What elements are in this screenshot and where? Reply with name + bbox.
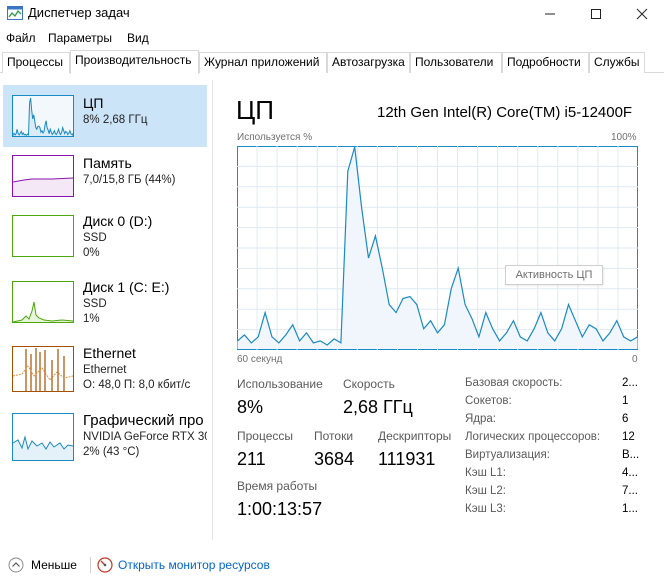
cpu-model-name: 12th Gen Intel(R) Core(TM) i5-12400F [377, 104, 633, 121]
task-manager-icon [7, 6, 23, 20]
maximize-icon [591, 9, 601, 19]
tab-performance[interactable]: Производительность [70, 50, 199, 74]
chevron-up-icon [8, 557, 24, 573]
minimize-button[interactable] [527, 0, 573, 28]
resource-detail: SSD [83, 298, 107, 310]
resource-detail: 0% [83, 247, 100, 259]
resource-item-disk-0[interactable]: Диск 0 (D:) SSD 0% [3, 210, 207, 272]
disk-1-thumbnail [12, 281, 74, 323]
menu-file[interactable]: Файл [6, 31, 36, 45]
footer-separator [90, 557, 91, 573]
graph-time-label: 60 секунд [237, 354, 283, 365]
speed-label: Скорость [343, 377, 395, 391]
resource-item-cpu[interactable]: ЦП 8% 2,68 ГГц [3, 85, 207, 147]
maximize-button[interactable] [573, 0, 619, 28]
minimize-icon [545, 13, 555, 15]
resource-name: Диск 1 (C: E:) [83, 279, 170, 295]
tab-startup[interactable]: Автозагрузка [327, 52, 410, 73]
spec-label: Ядра: [465, 413, 497, 425]
spec-label: Кэш L1: [465, 467, 506, 479]
tab-bar: Процессы Производительность Журнал прило… [0, 50, 664, 74]
resource-item-disk-1[interactable]: Диск 1 (C: E:) SSD 1% [3, 276, 207, 338]
panel-divider [212, 80, 213, 540]
spec-label: Кэш L3: [465, 503, 506, 515]
resource-name: Диск 0 (D:) [83, 213, 153, 229]
uptime-value: 1:00:13:57 [237, 499, 323, 519]
close-button[interactable] [619, 0, 664, 28]
spec-value: 6 [622, 413, 629, 425]
close-icon [636, 8, 648, 20]
resource-detail: О: 48,0 П: 8,0 кбит/с [83, 379, 191, 391]
usage-value: 8% [237, 397, 264, 417]
resource-detail: 7,0/15,8 ГБ (44%) [83, 174, 176, 186]
spec-value: 12 [622, 431, 635, 443]
spec-value: 1... [622, 503, 638, 515]
resource-detail: SSD [83, 232, 107, 244]
spec-value: 7... [622, 485, 638, 497]
spec-value: В... [622, 449, 640, 461]
resource-detail: 1% [83, 313, 100, 325]
resource-item-ethernet[interactable]: Ethernet Ethernet О: 48,0 П: 8,0 кбит/с [3, 342, 207, 404]
handles-label: Дескрипторы [378, 429, 452, 443]
tab-app-history[interactable]: Журнал приложений [199, 52, 327, 73]
speed-value: 2,68 ГГц [343, 397, 413, 417]
graph-tooltip: Активность ЦП [505, 265, 603, 285]
footer: Меньше Открыть монитор ресурсов [0, 552, 664, 578]
open-resource-monitor-link[interactable]: Открыть монитор ресурсов [97, 556, 277, 574]
uptime-label: Время работы [237, 479, 318, 493]
tab-processes[interactable]: Процессы [2, 52, 70, 73]
gpu-thumbnail [12, 413, 74, 461]
graph-time-end: 0 [632, 354, 638, 365]
usage-label: Использование [237, 377, 323, 391]
menu-view[interactable]: Вид [127, 31, 149, 45]
spec-value: 1 [622, 395, 629, 407]
resource-detail: NVIDIA GeForce RTX 305 [83, 431, 207, 443]
resource-name: Ethernet [83, 345, 136, 361]
processes-value: 211 [237, 449, 266, 469]
threads-label: Потоки [314, 429, 354, 443]
spec-label: Кэш L2: [465, 485, 506, 497]
resource-detail: 2% (43 °C) [83, 446, 140, 458]
disk-0-thumbnail [12, 215, 74, 257]
resource-item-gpu[interactable]: Графический про NVIDIA GeForce RTX 305 2… [3, 408, 207, 470]
resource-name: ЦП [83, 95, 104, 111]
window-title: Диспетчер задач [28, 5, 130, 20]
spec-value: 4... [622, 467, 638, 479]
spec-label: Логических процессоров: [465, 431, 601, 443]
memory-thumbnail [12, 155, 74, 197]
resource-detail: Ethernet [83, 364, 127, 376]
resource-name: Графический про [83, 412, 204, 429]
tab-details[interactable]: Подробности [502, 52, 589, 73]
spec-label: Виртуализация: [465, 449, 550, 461]
resource-name: Память [83, 155, 132, 171]
resource-detail: 8% 2,68 ГГц [83, 114, 148, 126]
resource-monitor-icon [97, 557, 113, 573]
tab-services[interactable]: Службы [589, 52, 645, 73]
graph-label-left: Используется % [237, 132, 313, 143]
resource-monitor-label: Открыть монитор ресурсов [118, 558, 270, 572]
title-bar: Диспетчер задач [0, 0, 664, 28]
ethernet-thumbnail [12, 346, 74, 392]
page-title: ЦП [236, 95, 274, 125]
spec-label: Базовая скорость: [465, 377, 563, 389]
threads-value: 3684 [314, 449, 355, 469]
menu-options[interactable]: Параметры [48, 31, 112, 45]
cpu-thumbnail [12, 95, 74, 137]
less-label: Меньше [31, 558, 77, 572]
cpu-usage-graph [237, 146, 638, 350]
spec-label: Сокетов: [465, 395, 512, 407]
resource-item-memory[interactable]: Память 7,0/15,8 ГБ (44%) [3, 150, 207, 212]
spec-value: 2... [622, 377, 638, 389]
tab-users[interactable]: Пользователи [410, 52, 502, 73]
processes-label: Процессы [237, 429, 294, 443]
graph-label-right: 100% [611, 132, 637, 143]
less-button[interactable]: Меньше [8, 556, 84, 574]
handles-value: 111931 [378, 449, 436, 469]
